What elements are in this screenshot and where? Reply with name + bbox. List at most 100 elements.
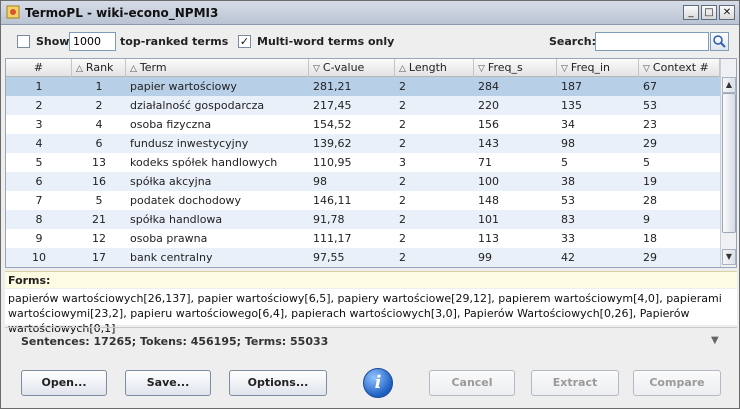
sort-desc-icon: ▽ <box>313 64 320 74</box>
cell-cvalue: 139,62 <box>313 137 352 150</box>
cell-context: 9 <box>643 213 650 226</box>
cell-freq-in: 33 <box>561 232 575 245</box>
cell-cvalue: 146,11 <box>313 194 352 207</box>
cell-rank: 16 <box>92 175 106 188</box>
collapse-chevron-icon[interactable]: ▼ <box>711 335 719 346</box>
multiword-checkbox[interactable]: ✓ <box>238 35 251 48</box>
table-row[interactable]: 2 2 działalność gospodarcza 217,45 2 220 135 53 <box>6 96 720 115</box>
app-window: TermoPL - wiki-econo_NPMI3 _ □ ✕ Show to… <box>0 0 740 409</box>
show-label: Show <box>36 35 70 48</box>
show-count-input[interactable] <box>69 32 116 51</box>
cell-index: 5 <box>35 156 43 169</box>
table-row[interactable]: 7 5 podatek dochodowy 146,11 2 148 53 28 <box>6 191 720 210</box>
window-title: TermoPL - wiki-econo_NPMI3 <box>25 6 219 20</box>
cell-term: papier wartościowy <box>130 80 237 93</box>
app-icon <box>6 5 20 19</box>
cell-term: działalność gospodarcza <box>130 99 265 112</box>
vertical-scrollbar[interactable]: ▲ ▼ <box>720 59 736 267</box>
cancel-button[interactable]: Cancel <box>429 370 515 396</box>
title-bar[interactable]: TermoPL - wiki-econo_NPMI3 _ □ ✕ <box>1 1 739 25</box>
cell-cvalue: 281,21 <box>313 80 352 93</box>
column-header-cvalue[interactable]: ▽ C-value <box>309 59 395 77</box>
forms-line-2: wartościowymi[23,2], papieru wartościowe… <box>8 307 690 335</box>
table-row[interactable]: 6 16 spółka akcyjna 98 2 100 38 19 <box>6 172 720 191</box>
sort-asc-icon: △ <box>76 64 83 74</box>
search-input[interactable] <box>595 32 709 51</box>
table-row[interactable]: 10 17 bank centralny 97,55 2 99 42 29 <box>6 248 720 267</box>
cell-term: osoba fizyczna <box>130 118 212 131</box>
scroll-thumb[interactable] <box>722 93 736 233</box>
column-header-freq-in[interactable]: ▽ Freq_in <box>557 59 639 77</box>
table-row[interactable]: 9 12 osoba prawna 111,17 2 113 33 18 <box>6 229 720 248</box>
cell-length: 2 <box>399 99 406 112</box>
save-button[interactable]: Save... <box>125 370 211 396</box>
cell-index: 2 <box>35 99 43 112</box>
cell-freq-in: 5 <box>561 156 568 169</box>
info-icon[interactable]: i <box>363 368 393 398</box>
maximize-icon[interactable]: □ <box>701 5 717 20</box>
column-header-length[interactable]: △ Length <box>395 59 474 77</box>
cell-cvalue: 98 <box>313 175 327 188</box>
search-button[interactable] <box>710 32 729 51</box>
cell-rank: 1 <box>95 80 103 93</box>
cell-freq-s: 156 <box>478 118 499 131</box>
cell-freq-s: 284 <box>478 80 499 93</box>
multiword-label: Multi-word terms only <box>257 35 395 48</box>
cell-freq-s: 148 <box>478 194 499 207</box>
search-icon <box>713 35 726 48</box>
cell-freq-in: 98 <box>561 137 575 150</box>
options-button[interactable]: Options... <box>229 370 327 396</box>
forms-line-1: papierów wartościowych[26,137], papier w… <box>8 292 722 305</box>
cell-freq-in: 135 <box>561 99 582 112</box>
close-icon[interactable]: ✕ <box>719 5 735 20</box>
cell-freq-s: 71 <box>478 156 492 169</box>
cell-term: osoba prawna <box>130 232 208 245</box>
minimize-icon[interactable]: _ <box>683 5 699 20</box>
cell-context: 19 <box>643 175 657 188</box>
cell-index: 6 <box>35 175 43 188</box>
corpus-stats: Sentences: 17265; Tokens: 456195; Terms:… <box>21 335 329 348</box>
cell-context: 5 <box>643 156 650 169</box>
open-button[interactable]: Open... <box>21 370 107 396</box>
sort-desc-icon: ▽ <box>643 64 650 74</box>
column-header-term[interactable]: △ Term <box>126 59 309 77</box>
forms-list: papierów wartościowych[26,137], papier w… <box>5 289 737 335</box>
cell-context: 53 <box>643 99 657 112</box>
cell-rank: 5 <box>95 194 103 207</box>
cell-freq-s: 101 <box>478 213 499 226</box>
cell-cvalue: 110,95 <box>313 156 352 169</box>
table-row[interactable]: 5 13 kodeks spółek handlowych 110,95 3 71 5 5 <box>6 153 720 172</box>
cell-length: 2 <box>399 213 406 226</box>
cell-term: podatek dochodowy <box>130 194 242 207</box>
column-header-index[interactable]: # <box>6 59 72 77</box>
cell-rank: 6 <box>95 137 103 150</box>
cell-rank: 13 <box>92 156 106 169</box>
cell-context: 23 <box>643 118 657 131</box>
column-header-rank[interactable]: △ Rank <box>72 59 126 77</box>
cell-rank: 4 <box>95 118 103 131</box>
table-row[interactable]: 4 6 fundusz inwestycyjny 139,62 2 143 98 29 <box>6 134 720 153</box>
cell-freq-in: 83 <box>561 213 575 226</box>
sort-asc-icon: △ <box>399 64 406 74</box>
cell-length: 2 <box>399 137 406 150</box>
table-row[interactable]: 8 21 spółka handlowa 91,78 2 101 83 9 <box>6 210 720 229</box>
table-row[interactable]: 3 4 osoba fizyczna 154,52 2 156 34 23 <box>6 115 720 134</box>
toolbar: Show top-ranked terms ✓ Multi-word terms… <box>1 26 739 58</box>
column-header-freq-s[interactable]: ▽ Freq_s <box>474 59 557 77</box>
scroll-down-icon[interactable]: ▼ <box>722 249 736 265</box>
table-row[interactable]: 1 1 papier wartościowy 281,21 2 284 187 67 <box>6 77 720 96</box>
cell-term: fundusz inwestycyjny <box>130 137 249 150</box>
show-checkbox[interactable] <box>17 35 30 48</box>
compare-button[interactable]: Compare <box>633 370 721 396</box>
cell-index: 4 <box>35 137 43 150</box>
cell-index: 9 <box>35 232 43 245</box>
cell-cvalue: 97,55 <box>313 251 345 264</box>
extract-button[interactable]: Extract <box>531 370 619 396</box>
cell-freq-in: 53 <box>561 194 575 207</box>
cell-freq-s: 113 <box>478 232 499 245</box>
cell-cvalue: 217,45 <box>313 99 352 112</box>
scroll-up-icon[interactable]: ▲ <box>722 77 736 93</box>
search-label: Search: <box>549 35 596 48</box>
cell-context: 29 <box>643 251 657 264</box>
column-header-context[interactable]: ▽ Context # <box>639 59 720 77</box>
